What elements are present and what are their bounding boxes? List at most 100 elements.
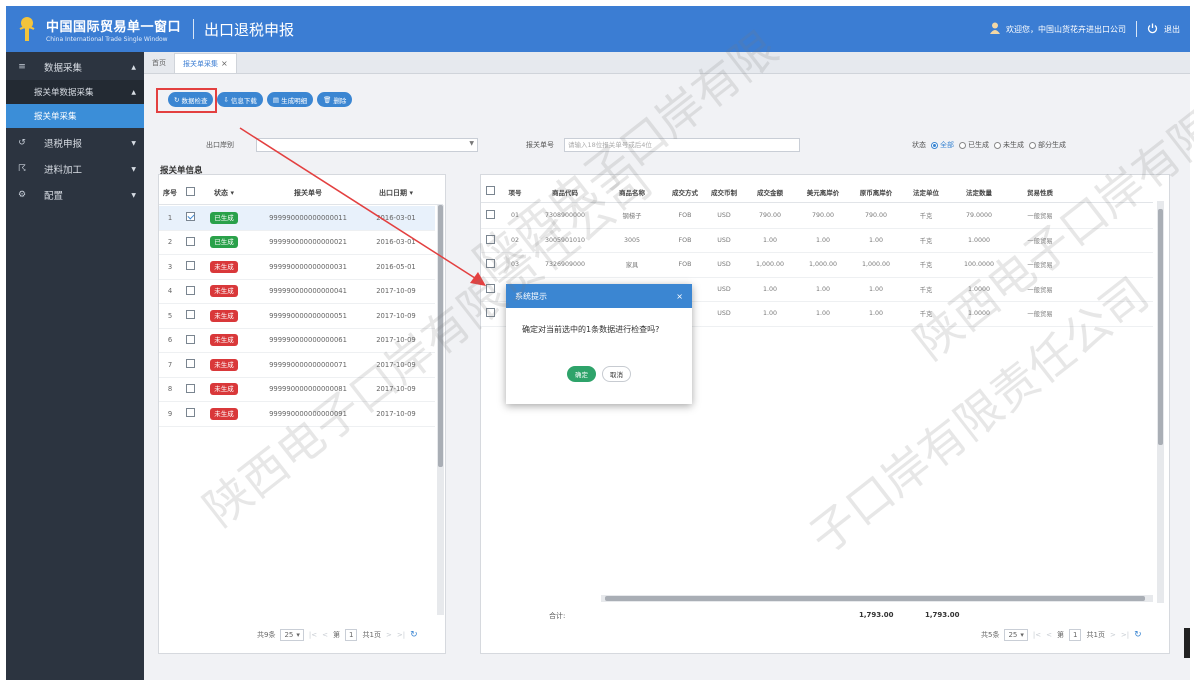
declaration-number-input[interactable]: 请输入18位报关单号或后4位 [564, 138, 800, 152]
row-number: 999990000000000021 [269, 238, 347, 247]
caret-down-icon: ▼ [131, 191, 136, 199]
row-checkbox[interactable] [181, 236, 199, 248]
radio-all[interactable]: 全部 [931, 140, 954, 150]
database-icon: ≡ [18, 62, 26, 72]
select-all-checkbox[interactable] [181, 187, 199, 198]
row-checkbox[interactable] [181, 334, 199, 346]
radio-not-generated[interactable]: 未生成 [994, 140, 1024, 150]
logout-link[interactable]: 退出 [1164, 24, 1180, 35]
tab-home[interactable]: 首页 [144, 53, 174, 73]
radio-dot [959, 141, 966, 149]
table-row[interactable]: 01 7308900000 钢梯子 FOB USD 790.00 790.00 790.00 千… [481, 204, 1153, 229]
first-page-button[interactable]: |< [309, 631, 317, 639]
delete-button[interactable]: 🗑 删除 [317, 92, 353, 107]
close-icon[interactable]: × [221, 59, 228, 68]
table-row[interactable]: 4 未生成 999990000000000041 2017-10-09 [159, 280, 435, 304]
col-status[interactable]: 状态 ▾ [199, 188, 249, 198]
sidebar-item-config[interactable]: ⚙ 配置 ▼ [6, 182, 144, 208]
row-checkbox[interactable] [481, 308, 499, 319]
page-number-input[interactable]: 1 [1069, 629, 1082, 641]
vertical-scrollbar[interactable] [437, 205, 444, 615]
row-checkbox[interactable] [181, 408, 199, 419]
page-number-input[interactable]: 1 [345, 629, 358, 641]
export-port-select[interactable]: ▼ [256, 138, 478, 152]
sidebar-sub-declaration-collection[interactable]: 报关单数据采集 ▲ [6, 80, 144, 104]
table-cell: FOB [678, 236, 692, 244]
tab-declaration[interactable]: 报关单采集 × [174, 53, 237, 73]
status-badge: 未生成 [210, 383, 238, 396]
row-checkbox[interactable] [181, 359, 199, 370]
sidebar-sub-declaration[interactable]: 报关单采集 [6, 104, 144, 128]
scroll-thumb[interactable] [605, 596, 1145, 601]
row-checkbox[interactable] [481, 259, 499, 270]
prev-page-button[interactable]: < [1046, 631, 1052, 639]
confirm-button[interactable]: 确定 [567, 366, 596, 382]
goods-table: 项号 商品代码 商品名称 成交方式 成交币制 成交金额 美元离岸价 原币离岸价 法定单位 法定数量… [480, 174, 1170, 654]
table-cell: 千克 [919, 286, 933, 294]
table-row[interactable]: 1 已生成 999990000000000011 2016-03-01 [159, 206, 435, 231]
table-row[interactable]: 9 未生成 999990000000000091 2017-10-09 [159, 402, 435, 427]
radio-generated[interactable]: 已生成 [959, 140, 989, 150]
col-date[interactable]: 出口日期 ▾ [367, 188, 425, 198]
table-cell: 1.00 [868, 310, 884, 318]
table-row[interactable]: 6 未生成 999990000000000061 2017-10-09 [159, 329, 435, 353]
sidebar-item-label: 配置 [44, 191, 64, 202]
scroll-thumb[interactable] [1158, 209, 1163, 445]
row-checkbox[interactable] [181, 261, 199, 272]
data-check-button[interactable]: ↻ 数据检查 [168, 92, 214, 107]
sidebar-item-processing[interactable]: ☈ 进料加工 ▼ [6, 156, 144, 182]
first-page-button[interactable]: |< [1033, 631, 1041, 639]
row-status: 未生成 [199, 309, 249, 322]
table-row[interactable]: 02 3005901010 3005 FOB USD 1.00 1.00 1.00 千克 1.00… [481, 229, 1153, 253]
download-button[interactable]: ⇩ 信息下载 [217, 92, 263, 107]
page-size-select[interactable]: 25 ▾ [1004, 629, 1028, 641]
row-checkbox[interactable] [481, 210, 499, 221]
power-icon[interactable] [1147, 23, 1158, 36]
radio-label: 部分生成 [1038, 141, 1066, 149]
table-cell: 03 [510, 261, 519, 269]
cancel-button[interactable]: 取消 [602, 366, 631, 382]
table-cell: 千克 [919, 311, 933, 319]
table-header: 序号 状态 ▾ 报关单号 出口日期 ▾ [159, 181, 443, 205]
radio-partial[interactable]: 部分生成 [1029, 140, 1066, 150]
table-row[interactable]: 5 未生成 999990000000000051 2017-10-09 [159, 304, 435, 329]
refresh-icon[interactable]: ↻ [1134, 630, 1142, 640]
col-date-label: 出口日期 [379, 188, 408, 197]
generate-detail-button[interactable]: ▤ 生成明细 [266, 92, 314, 107]
row-checkbox[interactable] [181, 285, 199, 297]
radio-label: 未生成 [1003, 141, 1024, 149]
next-page-button[interactable]: > [386, 631, 392, 639]
row-checkbox[interactable] [181, 212, 199, 223]
next-page-button[interactable]: > [1110, 631, 1116, 639]
horizontal-scrollbar[interactable] [601, 595, 1153, 602]
vertical-scrollbar[interactable] [1157, 201, 1164, 603]
checkbox [485, 234, 495, 244]
row-checkbox[interactable] [481, 234, 499, 246]
table-cell: 千克 [919, 262, 933, 270]
gear-icon: ⚙ [17, 190, 27, 200]
status-filter: 状态 全部 已生成 未生成 部分生成 [912, 140, 1066, 150]
row-checkbox[interactable] [181, 383, 199, 395]
row-checkbox[interactable] [481, 283, 499, 295]
table-cell: 家具 [625, 262, 639, 270]
scroll-thumb[interactable] [438, 205, 443, 467]
table-row[interactable]: 7 未生成 999990000000000071 2017-10-09 [159, 353, 435, 378]
table-row[interactable]: 8 未生成 999990000000000081 2017-10-09 [159, 378, 435, 402]
row-date: 2017-10-09 [376, 409, 416, 418]
table-row[interactable]: 3 未生成 999990000000000031 2016-05-01 [159, 255, 435, 280]
row-index: 7 [167, 360, 173, 369]
last-page-button[interactable]: >| [397, 631, 405, 639]
sidebar-item-data-collection[interactable]: ≡ 数据采集 ▲ [6, 54, 144, 80]
checkbox [185, 261, 195, 271]
close-icon[interactable]: × [676, 292, 683, 301]
last-page-button[interactable]: >| [1121, 631, 1129, 639]
table-row[interactable]: 03 7326909000 家具 FOB USD 1,000.00 1,000.00 1,00… [481, 253, 1153, 278]
table-row[interactable]: 2 已生成 999990000000000021 2016-03-01 [159, 231, 435, 255]
row-checkbox[interactable] [181, 310, 199, 321]
page-size-select[interactable]: 25 ▾ [280, 629, 304, 641]
select-all-checkbox[interactable] [481, 186, 499, 197]
sidebar-item-refund[interactable]: ↺ 退税申报 ▼ [6, 130, 144, 156]
refresh-icon[interactable]: ↻ [410, 630, 418, 640]
table-cell: 1,000.00 [861, 261, 891, 269]
prev-page-button[interactable]: < [322, 631, 328, 639]
